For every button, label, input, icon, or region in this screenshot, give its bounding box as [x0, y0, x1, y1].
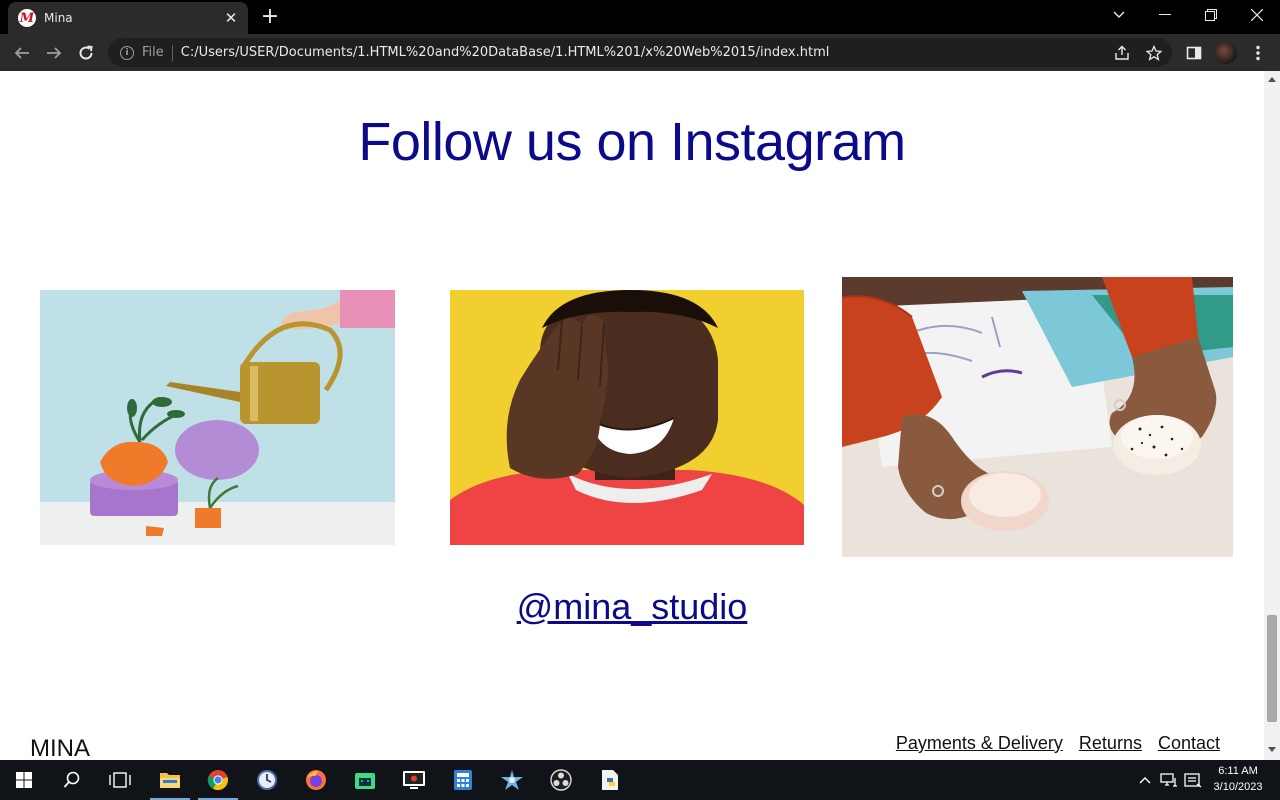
search-icon[interactable]: [48, 760, 96, 800]
clock-date: 3/10/2023: [1213, 781, 1263, 793]
address-bar[interactable]: i File C:/Users/USER/Documents/1.HTML%20…: [108, 38, 1172, 67]
task-view-icon[interactable]: [96, 760, 144, 800]
bluetooth-app-icon[interactable]: [488, 760, 536, 800]
calculator-icon[interactable]: [439, 760, 487, 800]
screen-recorder-icon[interactable]: [390, 760, 438, 800]
windows-start-icon[interactable]: [0, 760, 48, 800]
android-studio-icon[interactable]: [341, 760, 389, 800]
clock-time: 6:11 AM: [1218, 765, 1258, 777]
file-explorer-icon[interactable]: [146, 760, 194, 800]
profile-avatar[interactable]: [1215, 42, 1237, 64]
footer-link-payments[interactable]: Payments & Delivery: [896, 733, 1063, 754]
new-tab-button[interactable]: +: [258, 4, 282, 29]
reload-icon[interactable]: [72, 39, 100, 67]
smiling-man-photo[interactable]: [450, 290, 804, 545]
share-icon[interactable]: [1114, 45, 1130, 61]
instagram-handle-link[interactable]: @mina_studio: [0, 586, 1264, 628]
scroll-thumb[interactable]: [1267, 615, 1277, 722]
minimize-icon[interactable]: [1142, 0, 1188, 30]
page-scrollbar[interactable]: [1264, 71, 1280, 760]
tab-strip: M Mina ✕ +: [0, 0, 1280, 34]
scroll-down-arrow[interactable]: [1268, 747, 1276, 752]
scheme-label: File: [142, 45, 164, 60]
menu-dots-icon[interactable]: [1248, 43, 1268, 63]
windows-taskbar: 6:11 AM 3/10/2023: [0, 760, 1280, 800]
footer-link-returns[interactable]: Returns: [1079, 733, 1142, 754]
tray-chevron-icon[interactable]: [1136, 760, 1154, 800]
omnibox-divider: [171, 44, 173, 61]
forward-icon[interactable]: [40, 39, 68, 67]
tab-title: Mina: [44, 11, 73, 25]
instagram-heading: Follow us on Instagram: [358, 112, 906, 172]
footer-link-contact[interactable]: Contact: [1158, 733, 1220, 754]
taskbar-clock[interactable]: 6:11 AM 3/10/2023: [1208, 763, 1268, 795]
tab-favicon: M: [18, 9, 36, 27]
tab-close-icon[interactable]: ✕: [222, 9, 240, 27]
hands-with-bowls-photo[interactable]: [842, 277, 1233, 557]
page-viewport: Follow us on Instagram @mina_studio MINA…: [0, 71, 1280, 760]
bookmark-star-icon[interactable]: [1146, 45, 1162, 61]
side-panel-icon[interactable]: [1184, 43, 1204, 63]
chrome-icon[interactable]: [194, 760, 242, 800]
obs-icon[interactable]: [537, 760, 585, 800]
network-icon[interactable]: [1158, 760, 1180, 800]
python-icon[interactable]: [586, 760, 634, 800]
notifications-icon[interactable]: [1182, 760, 1204, 800]
restore-icon[interactable]: [1188, 0, 1234, 30]
tab-search-icon[interactable]: [1096, 0, 1142, 30]
footer-brand[interactable]: MINA: [30, 735, 90, 760]
browser-toolbar: i File C:/Users/USER/Documents/1.HTML%20…: [0, 34, 1280, 71]
scroll-up-arrow[interactable]: [1268, 77, 1276, 82]
back-icon[interactable]: [8, 39, 36, 67]
footer-links: Payments & Delivery Returns Contact: [896, 733, 1220, 754]
firefox-icon[interactable]: [292, 760, 340, 800]
clock-app-icon[interactable]: [243, 760, 291, 800]
url-text[interactable]: C:/Users/USER/Documents/1.HTML%20and%20D…: [181, 45, 830, 60]
close-window-icon[interactable]: [1234, 0, 1280, 30]
browser-tab[interactable]: M Mina ✕: [8, 2, 248, 34]
info-icon[interactable]: i: [120, 45, 134, 60]
watering-can-plants-photo[interactable]: [40, 290, 395, 545]
